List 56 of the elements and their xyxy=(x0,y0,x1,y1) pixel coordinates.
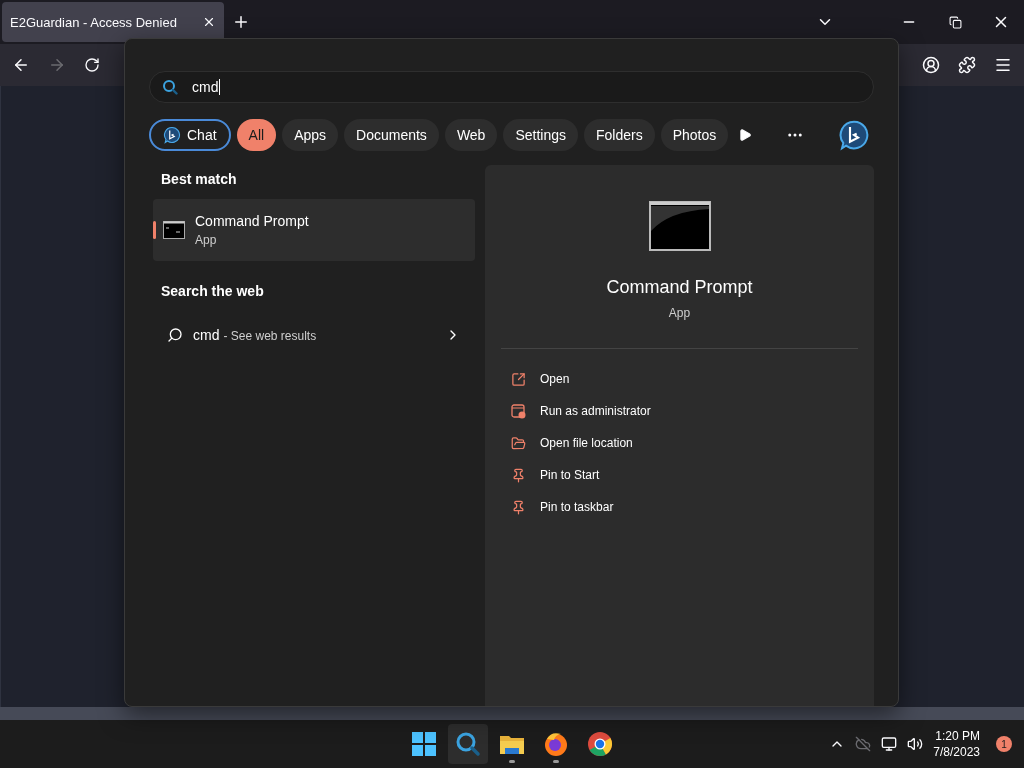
action-item[interactable]: Run as administrator xyxy=(501,395,858,427)
web-result-text: cmd - See web results xyxy=(193,326,317,344)
search-icon xyxy=(162,79,178,95)
section-heading: Best match xyxy=(160,170,238,189)
filter-tab[interactable]: All xyxy=(236,119,277,151)
pin-icon xyxy=(511,467,526,483)
search-icon xyxy=(455,731,481,757)
account-icon[interactable] xyxy=(922,56,940,74)
cloud-off-icon[interactable] xyxy=(855,736,872,752)
filter-tab[interactable]: Folders xyxy=(584,119,655,151)
action-item[interactable]: Open xyxy=(501,363,858,395)
browser-tab[interactable]: E2Guardian - Access Denied xyxy=(2,2,224,42)
play-icon[interactable] xyxy=(738,128,752,142)
console-window-icon xyxy=(648,201,711,251)
section-heading: Search the web xyxy=(160,282,265,301)
chat-bubble-icon xyxy=(838,119,870,151)
notification-badge[interactable]: 1 xyxy=(996,736,1012,752)
chat-bubble-icon xyxy=(163,126,181,144)
pin-icon xyxy=(511,499,526,515)
back-icon[interactable] xyxy=(12,56,30,74)
web-result-item[interactable]: cmd - See web results xyxy=(153,315,475,355)
filter-tab[interactable]: Documents xyxy=(344,119,439,151)
monitor-icon[interactable] xyxy=(881,736,898,752)
result-type: App xyxy=(195,233,218,247)
shield-window-icon xyxy=(511,403,526,419)
search-icon xyxy=(167,327,183,343)
result-name: Command Prompt xyxy=(195,213,309,229)
action-item[interactable]: Open file location xyxy=(501,427,858,459)
clock-date: 7/8/2023 xyxy=(933,744,980,760)
filter-tab[interactable]: Web xyxy=(444,119,498,151)
close-icon[interactable] xyxy=(202,15,216,29)
fox-globe-icon xyxy=(543,731,569,757)
filter-tab[interactable]: Photos xyxy=(660,119,729,151)
action-item[interactable]: Pin to Start xyxy=(501,459,858,491)
folder-icon xyxy=(511,435,526,451)
folder-icon xyxy=(499,733,525,755)
new-tab-icon[interactable] xyxy=(232,13,250,31)
menu-icon[interactable] xyxy=(994,56,1012,74)
filter-tab[interactable]: Apps xyxy=(282,119,339,151)
clock-time: 1:20 PM xyxy=(935,728,980,744)
action-item[interactable]: Pin to taskbar xyxy=(501,491,858,523)
puzzle-icon[interactable] xyxy=(958,56,976,74)
taskbar-app[interactable] xyxy=(448,724,488,764)
preview-type: App xyxy=(668,306,691,320)
search-field[interactable]: cmd xyxy=(149,71,874,103)
filter-tab[interactable]: Settings xyxy=(503,119,578,151)
volume-icon[interactable] xyxy=(907,736,924,752)
preview-name: Command Prompt xyxy=(606,277,753,298)
open-external-icon xyxy=(511,371,526,387)
browser-logo-icon xyxy=(587,731,613,757)
result-item[interactable]: Command Prompt App xyxy=(153,199,475,261)
reload-icon[interactable] xyxy=(84,57,100,73)
windows-logo-icon xyxy=(412,732,436,756)
search-query: cmd xyxy=(192,79,221,95)
chat-button[interactable]: Chat xyxy=(149,119,231,151)
console-window-icon xyxy=(163,221,185,239)
